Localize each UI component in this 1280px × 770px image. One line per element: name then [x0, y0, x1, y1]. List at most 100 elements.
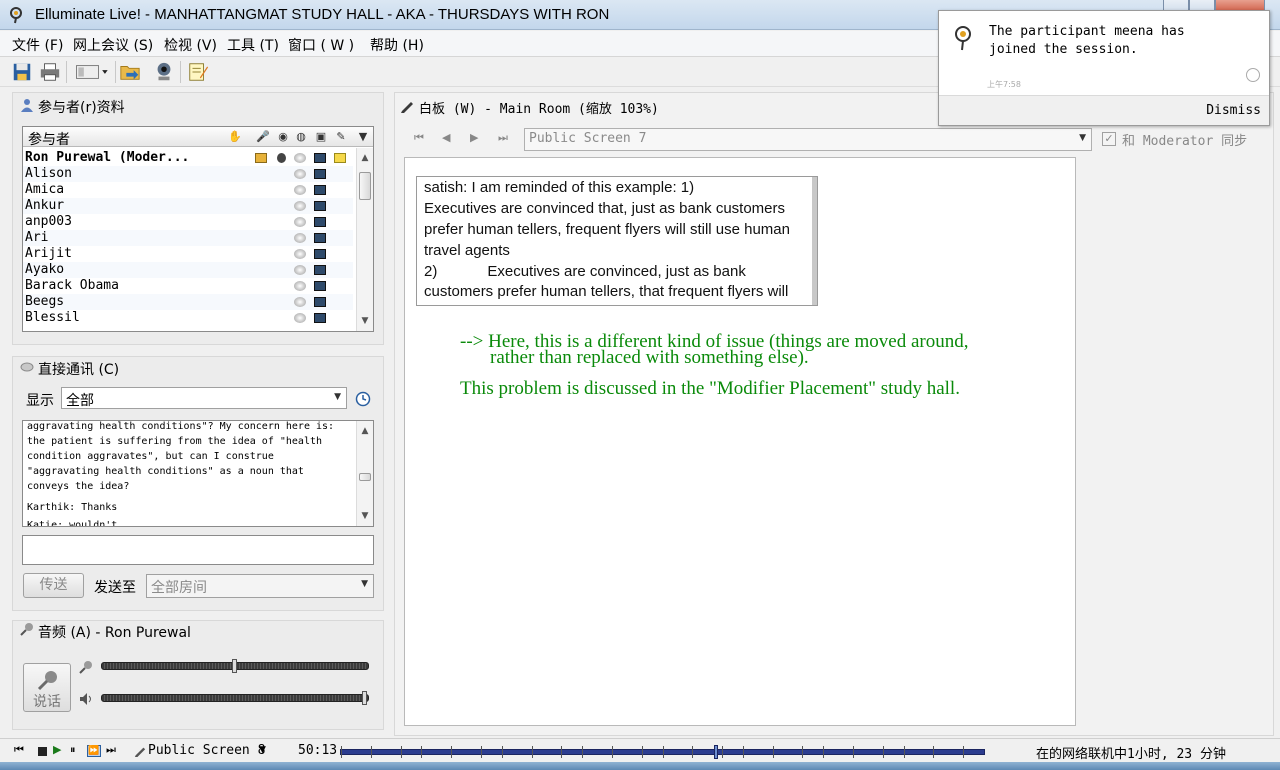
- previous-screen-icon[interactable]: ◀: [442, 131, 450, 144]
- chat-input[interactable]: [22, 535, 374, 565]
- whiteboard-icon[interactable]: ▣: [313, 129, 329, 145]
- timeline-tick: [341, 746, 342, 758]
- send-to-select[interactable]: 全部房间 ▼: [146, 574, 374, 598]
- os-taskbar: [0, 762, 1280, 770]
- participant-row[interactable]: Ayako: [23, 262, 353, 278]
- pencil-icon: [134, 747, 146, 757]
- screen-dropdown-icon[interactable]: ▼: [259, 745, 266, 755]
- load-content-icon[interactable]: [118, 60, 142, 84]
- sync-label: 和 Moderator 同步: [1122, 134, 1248, 149]
- skip-back-icon[interactable]: ⏮: [14, 743, 26, 756]
- clock-icon[interactable]: [355, 391, 371, 407]
- participant-row[interactable]: Ankur: [23, 198, 353, 214]
- dismiss-button[interactable]: Dismiss: [1206, 103, 1261, 118]
- timeline-tick: [561, 746, 562, 758]
- pen-icon[interactable]: ✎: [333, 129, 349, 145]
- skip-forward-icon[interactable]: ⏭: [106, 743, 118, 756]
- timeline-tick: [532, 746, 533, 758]
- participant-column-header[interactable]: 参与者: [28, 129, 70, 149]
- whiteboard-screenshot-image[interactable]: satish: I am reminded of this example: 1…: [416, 176, 818, 306]
- notes-icon[interactable]: [186, 60, 210, 84]
- timeline-tick: [502, 746, 503, 758]
- menu-file[interactable]: 文件 (F): [12, 35, 63, 55]
- save-icon[interactable]: [10, 60, 34, 84]
- speaker-volume-slider[interactable]: [101, 691, 369, 705]
- mic-volume-knob[interactable]: [232, 659, 237, 673]
- menu-view[interactable]: 检视 (V): [164, 35, 217, 55]
- webcam-icon[interactable]: [152, 60, 176, 84]
- participant-row[interactable]: Blessil: [23, 310, 353, 326]
- scroll-up-icon[interactable]: ▲: [357, 423, 373, 439]
- send-to-value: 全部房间: [151, 580, 207, 596]
- whiteboard-status-icon: [314, 185, 326, 195]
- send-button[interactable]: 传送: [23, 573, 84, 598]
- first-screen-icon[interactable]: ⏮: [414, 131, 424, 145]
- layout-dropdown-icon[interactable]: [72, 60, 112, 84]
- chat-icon[interactable]: ◍: [293, 129, 309, 145]
- annotation-text: rather than replaced with something else…: [490, 347, 809, 368]
- scroll-thumb[interactable]: [359, 473, 371, 481]
- current-screen-label[interactable]: Public Screen 8: [148, 743, 265, 758]
- whiteboard-status-icon: [314, 265, 326, 275]
- microphone-icon[interactable]: 🎤: [255, 129, 271, 145]
- screen-select[interactable]: Public Screen 7 ▼: [524, 128, 1092, 151]
- whiteboard-status-icon: [314, 233, 326, 243]
- participant-row[interactable]: Ari: [23, 230, 353, 246]
- chat-status-icon: [294, 185, 306, 195]
- chevron-down-icon: ▼: [361, 579, 368, 589]
- hand-raise-icon[interactable]: ✋: [227, 129, 243, 145]
- status-bar: ⏮ ▶ ⏸ ⏩ ⏭ Public Screen 8 ▼ 50:13 在的网络联机…: [0, 738, 1280, 762]
- menu-tools[interactable]: 工具 (T): [227, 35, 279, 55]
- chat-bubble-icon: [20, 362, 34, 372]
- timeline-tick: [371, 746, 372, 758]
- menu-help[interactable]: 帮助 (H): [370, 35, 424, 55]
- scroll-down-icon[interactable]: ▼: [357, 508, 373, 524]
- menu-window[interactable]: 窗口 ( W ): [288, 35, 354, 55]
- scroll-up-icon[interactable]: ▲: [357, 150, 373, 166]
- timeline-tick: [401, 746, 402, 758]
- notification-radio-icon[interactable]: [1246, 68, 1260, 82]
- webcam-icon[interactable]: ◉: [275, 129, 291, 145]
- timeline-tick: [853, 746, 854, 758]
- chat-log-scrollbar[interactable]: ▲ ▼: [356, 421, 373, 526]
- last-screen-icon[interactable]: ⏭: [498, 131, 508, 145]
- playback-timeline[interactable]: [340, 745, 985, 759]
- chat-status-icon: [294, 201, 306, 211]
- next-screen-icon[interactable]: ▶: [470, 131, 478, 144]
- participant-row[interactable]: Alison: [23, 166, 353, 182]
- playback-position-marker[interactable]: [714, 745, 718, 759]
- talk-label: 说话: [33, 694, 61, 710]
- pause-icon[interactable]: ⏸: [70, 743, 82, 756]
- mic-volume-slider[interactable]: [101, 659, 369, 673]
- participant-row[interactable]: Arijit: [23, 246, 353, 262]
- scroll-down-icon[interactable]: ▼: [357, 313, 373, 329]
- speaker-volume-knob[interactable]: [362, 691, 367, 705]
- chat-filter-select[interactable]: 全部 ▼: [61, 387, 347, 409]
- talk-microphone-icon: [37, 671, 57, 691]
- columns-dropdown-icon[interactable]: ▼: [355, 129, 371, 145]
- timeline-tick: [722, 746, 723, 758]
- participant-row[interactable]: Ron Purewal (Moder...: [23, 150, 353, 166]
- talk-button[interactable]: 说话: [23, 663, 71, 712]
- participant-row[interactable]: Barack Obama: [23, 278, 353, 294]
- sync-checkbox[interactable]: ✓: [1102, 132, 1116, 146]
- elluminate-logo-icon: [955, 26, 971, 51]
- participant-row[interactable]: Amica: [23, 182, 353, 198]
- toolbar-separator: [180, 61, 181, 83]
- stop-icon[interactable]: [36, 745, 48, 757]
- timeline-tick: [451, 746, 452, 758]
- toolbar-separator: [66, 61, 67, 83]
- whiteboard-status-icon: [314, 217, 326, 227]
- participant-row[interactable]: anp003: [23, 214, 353, 230]
- participant-list-scrollbar[interactable]: ▲ ▼: [356, 148, 373, 331]
- scroll-thumb[interactable]: [359, 172, 371, 200]
- participant-row[interactable]: Beegs: [23, 294, 353, 310]
- participant-list: 参与者 ✋ 🎤 ◉ ◍ ▣ ✎ ▼ Ron Purewal (Moder... A…: [22, 126, 374, 332]
- fast-forward-icon[interactable]: ⏩: [87, 745, 101, 757]
- play-icon[interactable]: ▶: [53, 743, 65, 756]
- audio-title: 音频 (A) - Ron Purewal: [38, 625, 191, 641]
- timeline-tick: [963, 746, 964, 758]
- menu-session[interactable]: 网上会议 (S): [73, 35, 153, 55]
- print-icon[interactable]: [38, 60, 62, 84]
- image-text-line: travel agents: [424, 242, 510, 259]
